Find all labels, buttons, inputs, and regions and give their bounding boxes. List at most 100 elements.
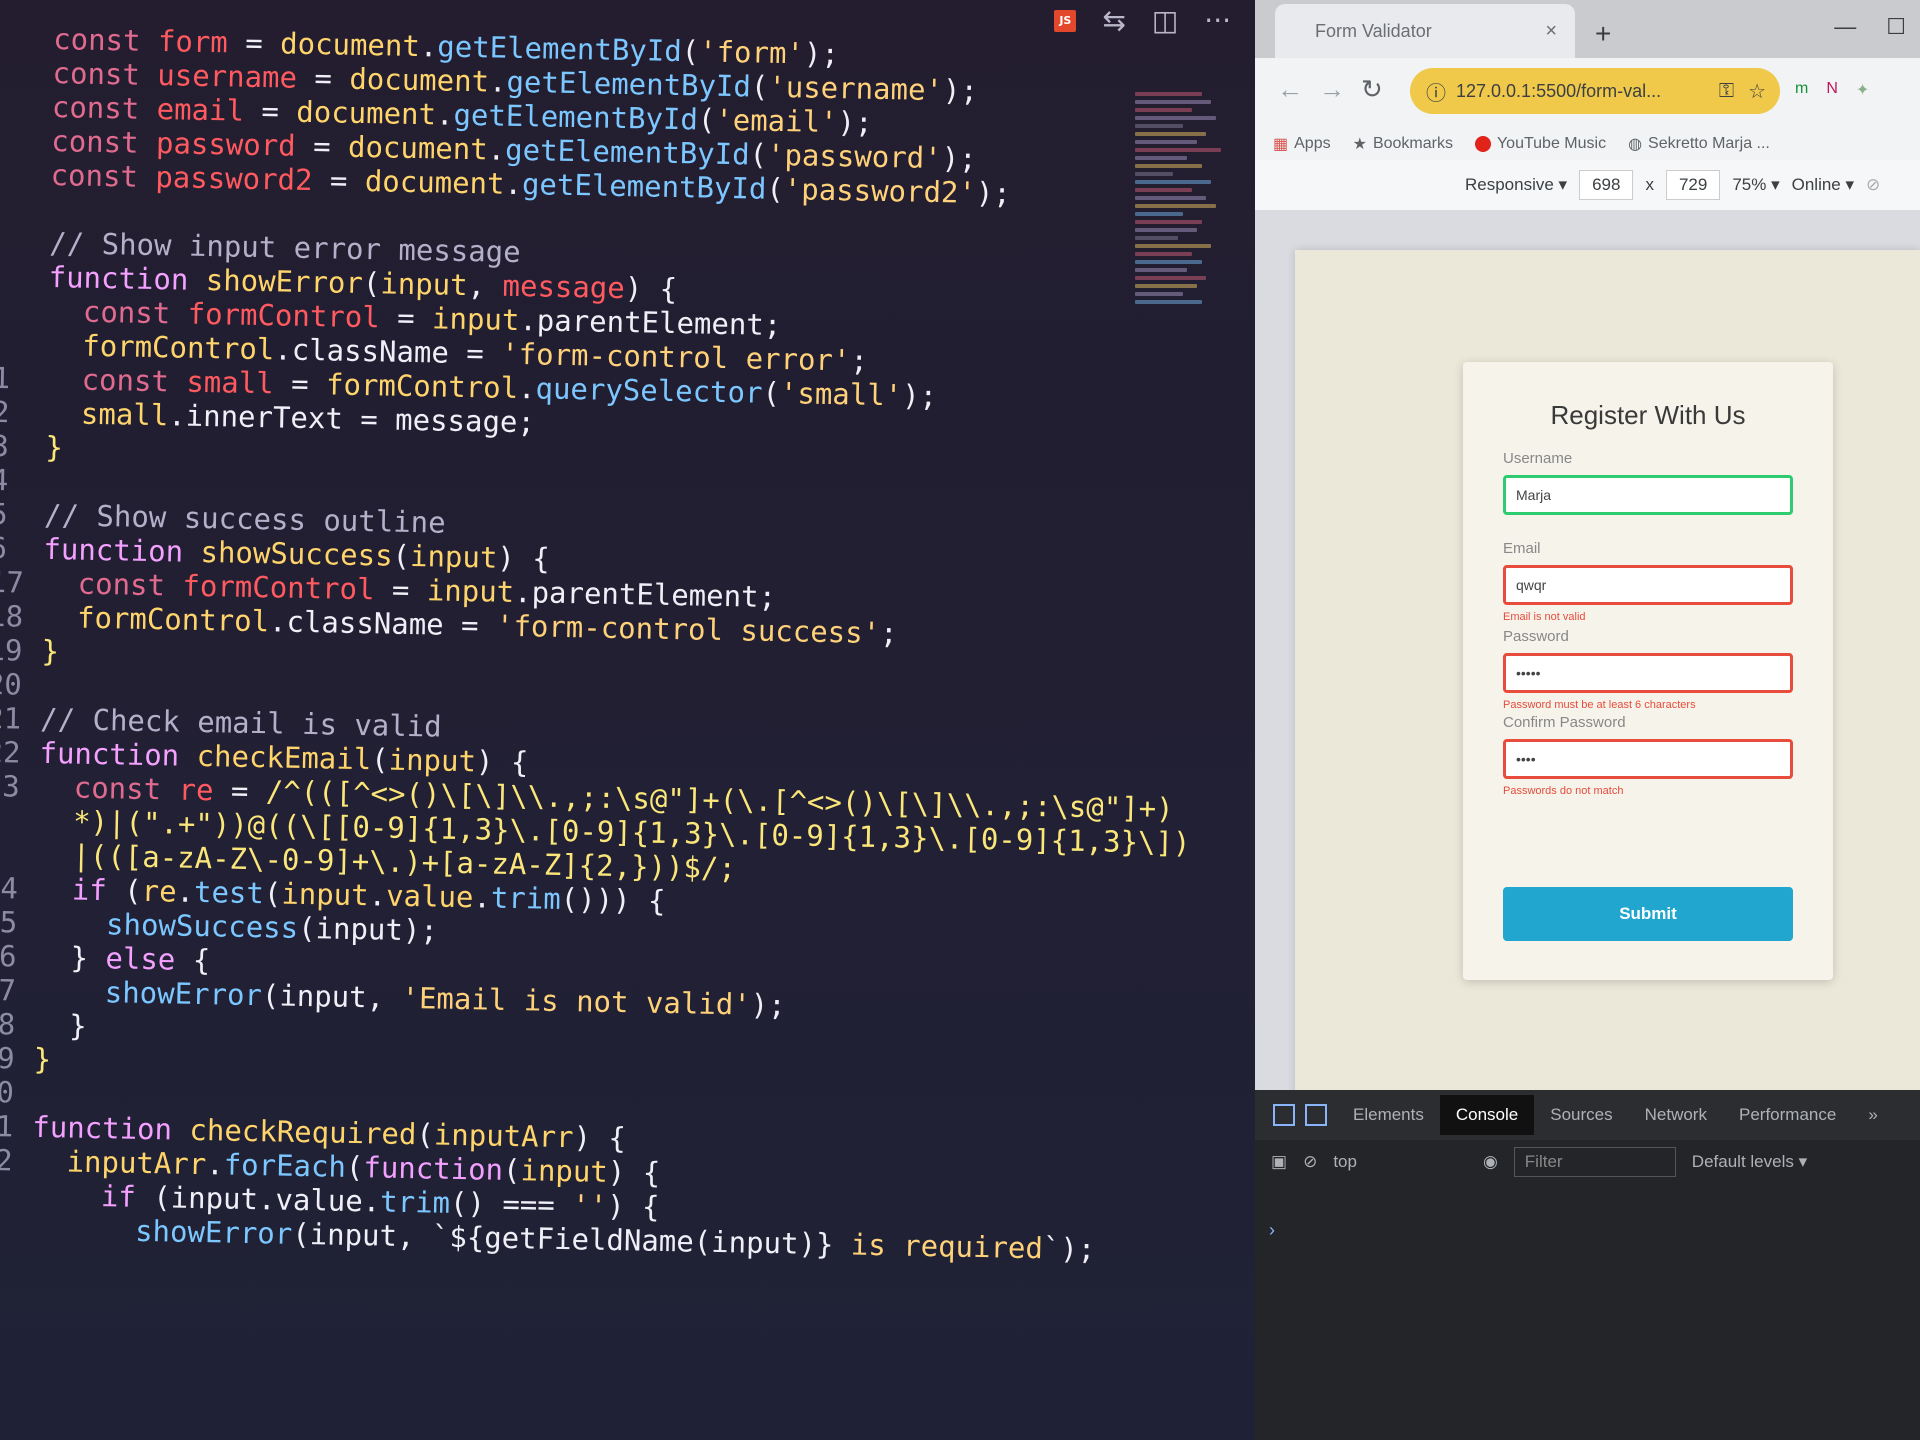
forward-icon[interactable]: → (1319, 74, 1345, 105)
maximize-button[interactable]: ☐ (1886, 14, 1906, 40)
line-number (0, 116, 52, 117)
eye-icon[interactable]: ◉ (1483, 1152, 1498, 1172)
extension-n-icon[interactable]: N (1826, 80, 1838, 100)
log-levels-dropdown[interactable]: Default levels ▾ (1692, 1152, 1807, 1172)
code-token: re (141, 873, 177, 909)
code-token: } (34, 1007, 88, 1043)
extension-puzzle-icon[interactable]: ✦ (1856, 80, 1869, 100)
url-text: 127.0.0.1:5500/form-val... (1456, 80, 1662, 101)
code-token: password2 (155, 160, 313, 198)
devtools-panel: Elements Console Sources Network Perform… (1255, 1090, 1920, 1440)
bookmarks-bar: ▦ Apps ★ Bookmarks YouTube Music ◍ Sekretto… (1255, 128, 1920, 160)
code-token: showError (104, 975, 263, 1013)
code-token: ); (941, 141, 977, 176)
console-filter-input[interactable]: Filter (1513, 1147, 1676, 1177)
close-tab-icon[interactable]: × (1545, 20, 1557, 43)
inspect-element-icon[interactable] (1273, 1104, 1295, 1126)
address-bar[interactable]: ⓘ 127.0.0.1:5500/form-val... ⚿ ☆ (1410, 68, 1780, 114)
code-token: '' (571, 1188, 608, 1223)
code-token: ) { (573, 1120, 627, 1156)
new-tab-button[interactable]: + (1595, 18, 1611, 50)
tab-network[interactable]: Network (1629, 1095, 1723, 1135)
code-token: ( (123, 873, 143, 908)
bookmark-label: Sekretto Marja ... (1648, 135, 1770, 152)
extension-m-icon[interactable]: m (1795, 80, 1808, 100)
tab-bar: Form Validator × + — ☐ (1255, 0, 1920, 58)
code-area[interactable]: const form = document.getElementById('fo… (0, 0, 1255, 1440)
code-token: = (213, 773, 267, 809)
code-token: ( (697, 102, 716, 137)
field-input[interactable]: ••••• (1503, 653, 1793, 693)
code-token: . (487, 132, 506, 167)
bookmark-other[interactable]: ◍ Sekretto Marja ... (1628, 134, 1770, 154)
device-toggle-icon[interactable] (1305, 1104, 1327, 1126)
field-input[interactable]: qwqr (1503, 565, 1793, 605)
tab-console[interactable]: Console (1439, 1095, 1535, 1135)
code-token: } (41, 633, 60, 669)
code-token: is required (850, 1227, 1044, 1266)
line-number (0, 218, 50, 219)
code-token: ; (879, 616, 898, 651)
code-token: ); (975, 175, 1012, 211)
line-number (0, 354, 47, 355)
code-line[interactable]: 27 showError(input, 'Email is not valid'… (0, 970, 786, 1025)
reload-icon[interactable]: ↻ (1361, 74, 1383, 105)
code-token: . (488, 64, 507, 99)
minimize-button[interactable]: — (1834, 14, 1856, 40)
key-icon[interactable]: ⚿ (1719, 80, 1734, 103)
code-token: ( (681, 34, 700, 69)
tab-form-validator[interactable]: Form Validator × (1275, 4, 1575, 58)
submit-button[interactable]: Submit (1503, 887, 1793, 941)
bookmark-star-icon[interactable]: ☆ (1748, 79, 1766, 104)
network-throttle-dropdown[interactable]: Online ▾ (1792, 175, 1854, 195)
bookmark-youtube-music[interactable]: YouTube Music (1474, 135, 1606, 153)
code-token: ())) { (560, 881, 666, 918)
code-token: = (227, 25, 281, 61)
code-token: = (243, 93, 297, 129)
viewport-height-input[interactable]: 729 (1665, 170, 1721, 200)
register-form: Register With Us Username Marja Email qwqr E… (1463, 362, 1833, 980)
code-token: ) { (606, 1188, 660, 1224)
youtube-music-icon (1474, 136, 1491, 152)
context-selector[interactable]: top (1333, 1152, 1357, 1172)
viewport-width-input[interactable]: 698 (1579, 170, 1634, 200)
form-control-username: Username Marja (1503, 450, 1793, 515)
more-tabs-icon[interactable]: » (1852, 1095, 1893, 1135)
code-token: . (504, 166, 523, 202)
clear-console-icon[interactable]: ⊘ (1303, 1152, 1317, 1172)
rotate-icon[interactable]: ⊘ (1866, 175, 1880, 195)
tab-performance[interactable]: Performance (1723, 1095, 1852, 1135)
field-input[interactable]: Marja (1503, 475, 1793, 515)
code-token: . (176, 874, 195, 909)
field-input[interactable]: •••• (1503, 739, 1793, 779)
code-token: ( (766, 171, 785, 207)
page-viewport: Register With Us Username Marja Email qwqr E… (1295, 250, 1920, 1112)
code-token: { (174, 942, 211, 978)
bookmark-apps[interactable]: ▦ Apps (1273, 134, 1331, 154)
code-token: showError (134, 1213, 293, 1251)
code-token: getElementById (521, 167, 767, 206)
console-prompt[interactable]: › (1269, 1220, 1275, 1241)
tab-sources[interactable]: Sources (1534, 1095, 1628, 1135)
bookmark-folder[interactable]: ★ Bookmarks (1353, 134, 1453, 154)
responsive-dropdown[interactable]: Responsive ▾ (1465, 175, 1567, 195)
bookmark-label: Apps (1294, 135, 1331, 152)
code-token: (input, (261, 978, 402, 1015)
line-number (0, 184, 50, 185)
info-icon[interactable]: ⓘ (1426, 77, 1446, 106)
line-number (0, 320, 48, 321)
line-number (0, 48, 53, 49)
tab-elements[interactable]: Elements (1337, 1095, 1440, 1135)
code-editor[interactable]: JS ⇆ ◫ ··· const form = document.getElem… (0, 0, 1255, 1440)
zoom-dropdown[interactable]: 75% ▾ (1732, 175, 1779, 195)
back-icon[interactable]: ← (1277, 74, 1303, 105)
sidebar-toggle-icon[interactable]: ▣ (1271, 1152, 1287, 1172)
extension-icons: m N ✦ (1795, 80, 1869, 100)
code-token: trim (379, 1184, 451, 1220)
